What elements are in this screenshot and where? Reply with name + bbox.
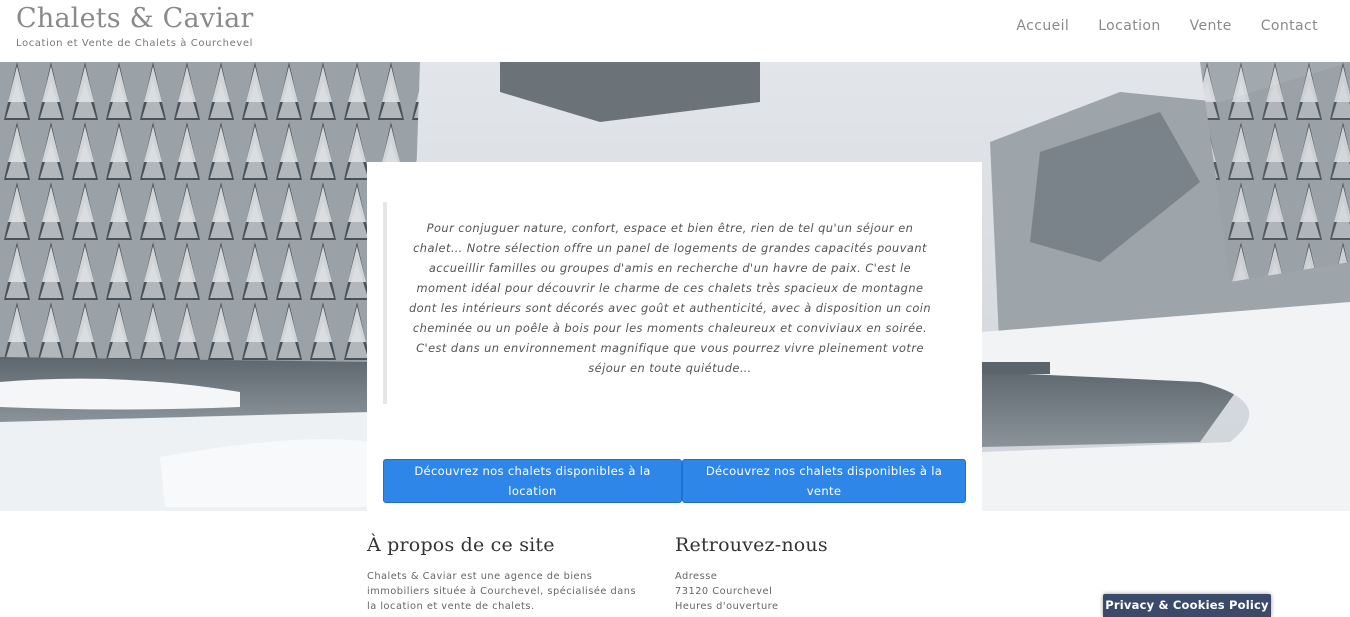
about-widget: À propos de ce site Chalets & Caviar est… [367, 534, 657, 614]
address-label: Adresse [675, 571, 718, 582]
nav-accueil[interactable]: Accueil [1016, 18, 1069, 34]
about-heading: À propos de ce site [367, 534, 555, 556]
vente-button[interactable]: Découvrez nos chalets disponibles à la v… [682, 459, 966, 503]
intro-card: Pour conjuguer nature, confort, espace e… [367, 162, 982, 511]
intro-quote-text: Pour conjuguer nature, confort, espace e… [408, 221, 932, 375]
site-title[interactable]: Chalets & Caviar [16, 3, 254, 34]
nav-contact[interactable]: Contact [1261, 18, 1318, 34]
main-nav: Accueil Location Vente Contact [1016, 18, 1318, 34]
nav-vente[interactable]: Vente [1190, 18, 1232, 34]
about-line: Chalets & Caviar est une agence de biens [367, 571, 593, 582]
privacy-cookies-button[interactable]: Privacy & Cookies Policy [1103, 594, 1271, 617]
contact-widget: Retrouvez-nous Adresse 73120 Courchevel … [675, 534, 925, 614]
site-header: Chalets & Caviar Location et Vente de Ch… [0, 0, 1350, 62]
hero-banner: Pour conjuguer nature, confort, espace e… [0, 62, 1350, 511]
address-value: 73120 Courchevel [675, 586, 773, 597]
nav-location[interactable]: Location [1098, 18, 1160, 34]
about-line: la location et vente de chalets. [367, 601, 535, 612]
contact-heading: Retrouvez-nous [675, 534, 828, 556]
site-tagline: Location et Vente de Chalets à Courcheve… [16, 38, 253, 49]
location-button[interactable]: Découvrez nos chalets disponibles à la l… [383, 459, 682, 503]
intro-quote: Pour conjuguer nature, confort, espace e… [383, 202, 953, 404]
about-line: immobiliers située à Courchevel, spécial… [367, 586, 637, 597]
hours-label: Heures d'ouverture [675, 601, 779, 612]
